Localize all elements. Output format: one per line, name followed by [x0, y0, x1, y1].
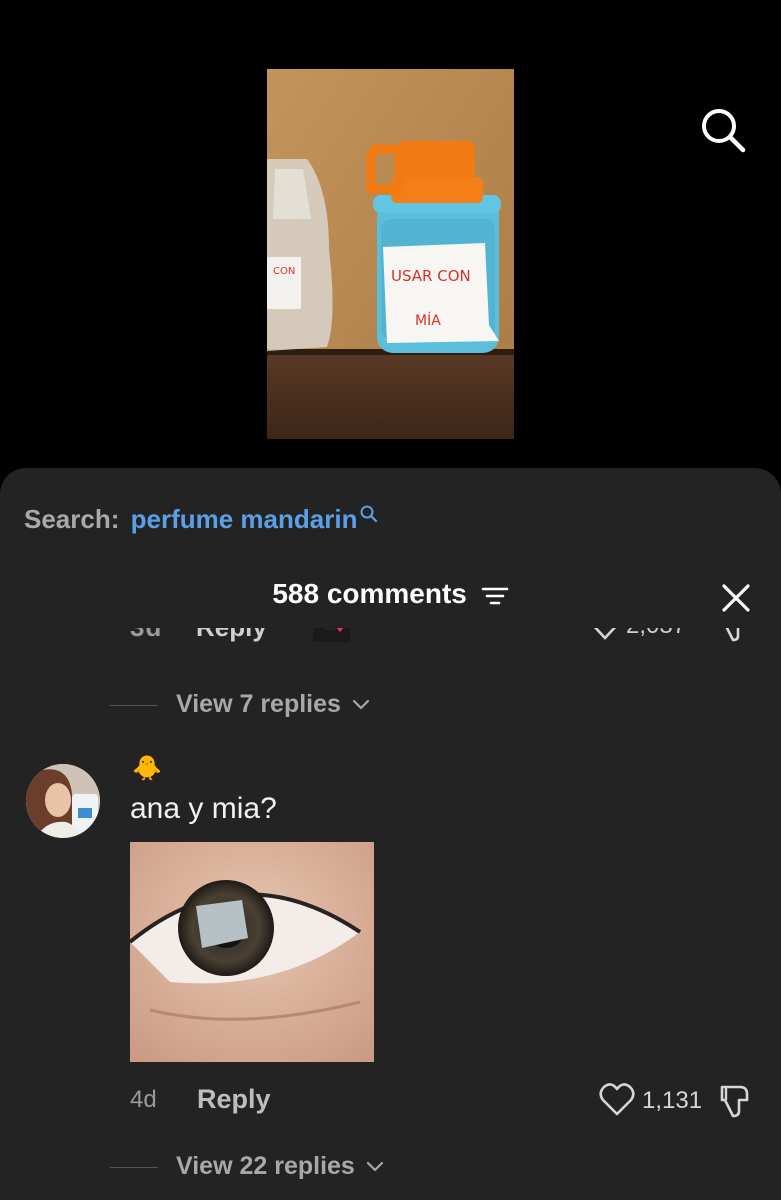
previous-dislike-icon[interactable]: [718, 628, 752, 644]
heart-icon[interactable]: [598, 1082, 636, 1118]
like-count: 1,131: [642, 1087, 703, 1114]
comment-actions: 4d Reply 1,131: [0, 1082, 781, 1122]
view-replies-comment[interactable]: View 22 replies: [110, 1152, 384, 1181]
chevron-down-icon: [366, 1162, 383, 1172]
search-term-link[interactable]: perfume mandarin: [131, 504, 358, 534]
chevron-down-icon: [352, 700, 369, 710]
comments-sheet: Search: perfume mandarin 588 comments 3d…: [0, 468, 781, 1200]
dislike-icon[interactable]: [716, 1082, 754, 1120]
chick-emoji-icon: 🐥: [132, 755, 162, 782]
heart-sticker-icon: [312, 628, 350, 642]
search-suggestion[interactable]: Search: perfume mandarin: [24, 504, 379, 535]
comment-time: 4d: [130, 1086, 157, 1113]
partial-sign-text: CON: [273, 266, 295, 277]
search-icon[interactable]: [697, 104, 749, 156]
previous-like-icon[interactable]: [588, 628, 622, 642]
thread-line: [110, 1166, 158, 1168]
view-replies-label: View 22 replies: [176, 1152, 355, 1180]
sort-filter-icon[interactable]: [481, 584, 509, 608]
previous-comment-actions: 3d Reply 2,037: [0, 628, 781, 650]
search-label: Search:: [24, 504, 120, 534]
eye-photo: [130, 842, 374, 1062]
close-icon[interactable]: [720, 582, 752, 614]
video-player[interactable]: CON USAR CON MÍA: [267, 69, 514, 439]
previous-like-count: 2,037: [626, 628, 686, 640]
comments-header: 588 comments: [0, 578, 781, 610]
view-replies-previous[interactable]: View 7 replies: [110, 690, 370, 719]
avatar[interactable]: [26, 764, 100, 838]
thread-line: [110, 704, 158, 706]
comment-text: ana y mia?: [130, 792, 277, 825]
view-replies-label: View 7 replies: [176, 690, 341, 718]
previous-comment-time: 3d: [130, 628, 162, 643]
reply-button[interactable]: Reply: [197, 1084, 271, 1115]
comments-count: 588 comments: [272, 578, 467, 609]
previous-reply-button[interactable]: Reply: [196, 628, 267, 643]
search-small-icon: [360, 505, 378, 523]
comment-image[interactable]: [130, 842, 374, 1062]
sign-line2: MÍA: [415, 312, 441, 329]
sign-line1: USAR CON: [391, 267, 471, 285]
avatar-image: [26, 764, 100, 838]
video-frame: CON USAR CON MÍA: [267, 69, 514, 439]
